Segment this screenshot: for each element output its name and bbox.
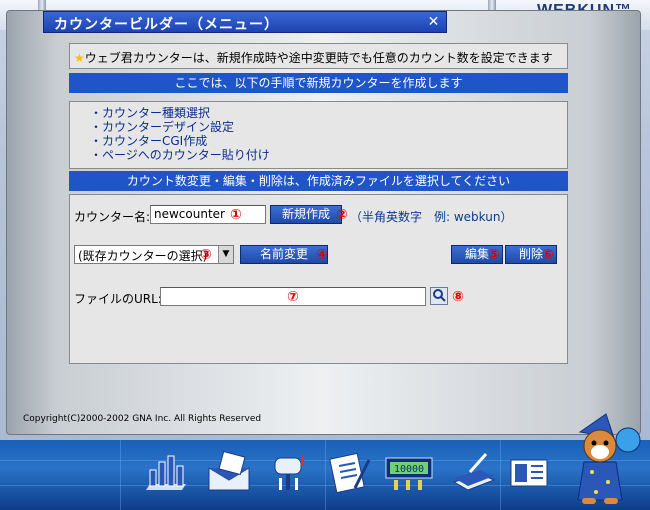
clipboard-icon[interactable]	[325, 448, 373, 496]
form-area: カウンター名: newcounter ① 新規作成 ② （半角英数字 例: we…	[69, 194, 568, 364]
marker-4: ④	[316, 247, 328, 263]
marker-7: ⑦	[287, 289, 299, 305]
mascot-image	[570, 410, 646, 506]
close-icon[interactable]: ✕	[426, 15, 442, 29]
notice-box: ★ウェブ君カウンターは、新規作成時や途中変更時でも任意のカウント数を設定できます	[69, 43, 568, 69]
list-item: ・カウンターCGI作成	[90, 134, 208, 148]
counter-name-label: カウンター名:	[74, 210, 151, 224]
new-counter-button[interactable]: 新規作成	[270, 205, 342, 224]
grid-line	[120, 440, 121, 510]
mailbox-icon[interactable]	[265, 448, 313, 496]
svg-text:10000: 10000	[394, 464, 424, 475]
rename-button[interactable]: 名前変更	[240, 245, 328, 264]
list-item: ・ページへのカウンター貼り付け	[90, 148, 270, 162]
star-icon: ★	[74, 51, 85, 65]
edit-header: カウント数変更・編集・削除は、作成済みファイルを選択してください	[69, 171, 568, 191]
counter-builder-window: カウンタービルダー（メニュー） ✕ ★ウェブ君カウンターは、新規作成時や途中変更…	[6, 10, 641, 435]
chevron-down-icon[interactable]: ▼	[218, 246, 233, 263]
window-titlebar: カウンタービルダー（メニュー） ✕	[43, 11, 447, 33]
counter-display-icon[interactable]: 10000	[384, 448, 436, 496]
marker-1: ①	[230, 207, 242, 223]
mail-icon[interactable]	[205, 448, 253, 496]
marker-5: ⑤	[488, 247, 500, 263]
notice-text: ウェブ君カウンターは、新規作成時や途中変更時でも任意のカウント数を設定できます	[84, 51, 553, 65]
bottom-toolbar: 10000	[0, 440, 650, 510]
list-item: ・カウンター種類選択	[90, 106, 211, 120]
marker-8: ⑧	[452, 289, 464, 305]
steps-header: ここでは、以下の手順で新規カウンターを作成します	[69, 73, 568, 93]
marker-2: ②	[336, 207, 348, 223]
list-item: ・カウンターデザイン設定	[90, 120, 235, 134]
file-url-label: ファイルのURL:	[74, 292, 162, 306]
search-icon[interactable]	[430, 287, 448, 305]
counter-name-input[interactable]: newcounter	[150, 205, 266, 224]
cards-icon[interactable]	[505, 448, 553, 496]
bar-chart-icon[interactable]	[140, 448, 188, 496]
book-icon[interactable]	[450, 448, 498, 496]
magnifier-icon	[433, 289, 446, 302]
main-panel: ★ウェブ君カウンターは、新規作成時や途中変更時でも任意のカウント数を設定できます…	[69, 43, 575, 364]
window-title: カウンタービルダー（メニュー）	[54, 17, 279, 33]
steps-list: ・カウンター種類選択 ・カウンターデザイン設定 ・カウンターCGI作成 ・ページ…	[69, 101, 568, 169]
marker-6: ⑥	[542, 247, 554, 263]
grid-line	[500, 440, 501, 510]
marker-3: ③	[200, 247, 212, 263]
select-value: (既存カウンターの選択)	[78, 249, 208, 263]
name-hint: （半角英数字 例: webkun）	[350, 210, 513, 224]
copyright-text: Copyright(C)2000-2002 GNA Inc. All Right…	[23, 414, 262, 424]
